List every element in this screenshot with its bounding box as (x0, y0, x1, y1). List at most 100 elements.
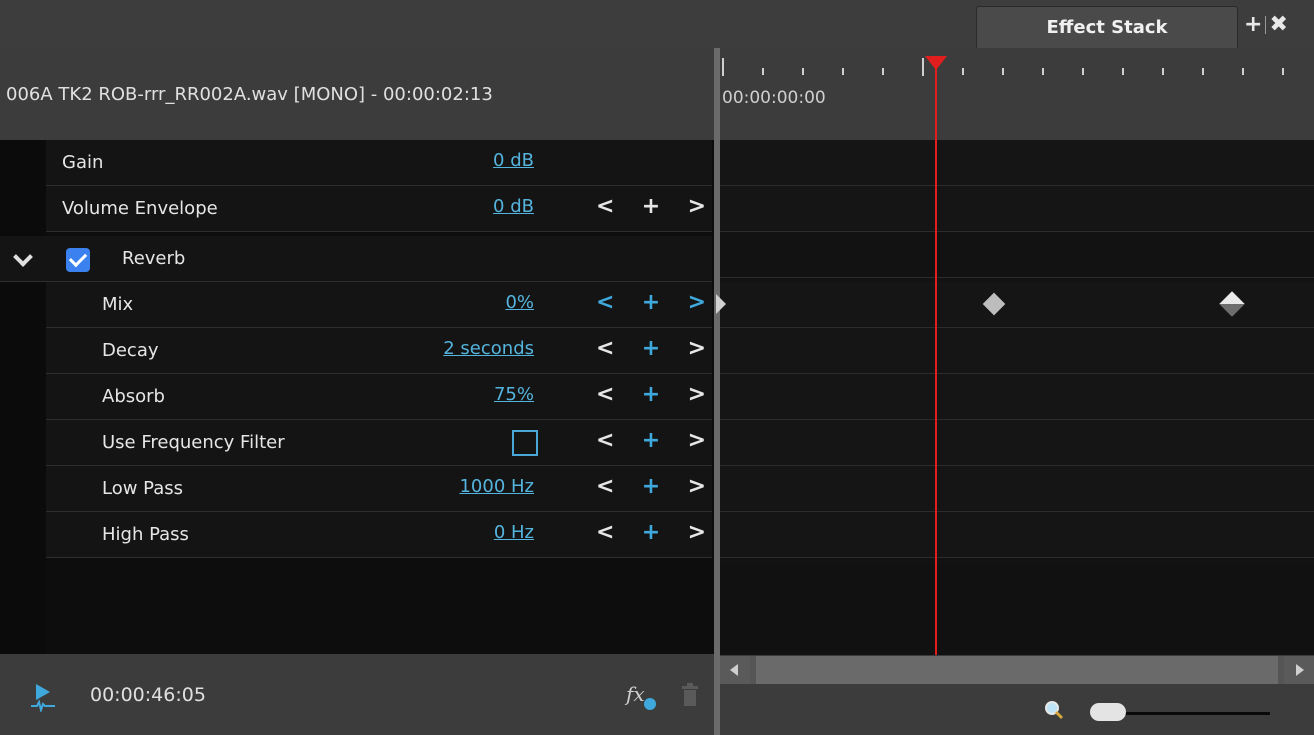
magnifier-icon[interactable] (1044, 700, 1064, 720)
playhead-line[interactable] (935, 60, 937, 655)
add-keyframe-button[interactable]: + (642, 336, 660, 361)
next-keyframe-button[interactable]: > (688, 290, 706, 315)
ruler-tick (1002, 68, 1004, 75)
prev-keyframe-button[interactable]: < (596, 194, 614, 219)
prev-keyframe-button[interactable]: < (596, 290, 614, 315)
ruler-tick (1282, 68, 1284, 75)
prev-keyframe-button[interactable]: < (596, 336, 614, 361)
effect-footer: 00:00:46:05 fx (0, 654, 716, 735)
ruler-tick (842, 68, 844, 75)
parameter-list: Gain 0 dB Volume Envelope 0 dB < + > Rev… (0, 140, 716, 654)
ruler-tick (1202, 68, 1204, 75)
effect-label: Reverb (122, 248, 186, 269)
keyframe-nav: < + > (596, 382, 706, 407)
next-keyframe-button[interactable]: > (688, 382, 706, 407)
prev-keyframe-button[interactable]: < (596, 474, 614, 499)
zoom-slider-track[interactable] (1120, 712, 1270, 715)
play-icon[interactable] (30, 682, 56, 712)
time-ruler[interactable]: 00:00:00:00 (720, 48, 1314, 140)
next-keyframe-button[interactable]: > (688, 520, 706, 545)
lane-low-pass[interactable] (720, 466, 1314, 512)
ruler-tick (1242, 68, 1244, 75)
playback-timecode: 00:00:46:05 (90, 684, 206, 706)
ruler-tick (762, 68, 764, 75)
tab-tools: + ✖ (1244, 12, 1288, 37)
clip-title-text: 006A TK2 ROB-rrr_RR002A.wav [MONO] - 00:… (6, 83, 493, 105)
keyframe-marker[interactable] (716, 294, 726, 314)
tool-separator (1265, 15, 1267, 34)
trash-icon[interactable] (680, 682, 700, 708)
param-value-link[interactable]: 0% (505, 292, 534, 313)
param-row-mix: Mix 0% < + > (46, 282, 712, 328)
lane-reverb (720, 232, 1314, 278)
param-row-low-pass: Low Pass 1000 Hz < + > (46, 466, 712, 512)
effect-row-reverb: Reverb (0, 236, 712, 282)
keyframe-marker[interactable] (982, 292, 1006, 316)
lane-mix[interactable] (716, 282, 1314, 328)
tab-label: Effect Stack (1046, 17, 1168, 38)
effect-parameters-panel: 006A TK2 ROB-rrr_RR002A.wav [MONO] - 00:… (0, 48, 716, 735)
scroll-right-button[interactable] (1284, 656, 1314, 684)
keyframe-nav: < + > (596, 520, 706, 545)
add-keyframe-button[interactable]: + (642, 428, 660, 453)
keyframe-nav: < + > (596, 290, 706, 315)
ruler-tick (922, 58, 924, 76)
param-label: Gain (62, 152, 104, 173)
add-keyframe-button[interactable]: + (642, 520, 660, 545)
param-row-high-pass: High Pass 0 Hz < + > (46, 512, 712, 558)
next-keyframe-button[interactable]: > (688, 194, 706, 219)
playhead-marker[interactable] (925, 56, 947, 70)
add-keyframe-button[interactable]: + (642, 194, 660, 219)
lane-use-frequency-filter[interactable] (720, 420, 1314, 466)
ruler-start-time: 00:00:00:00 (722, 88, 826, 108)
add-panel-icon[interactable]: + (1244, 12, 1262, 37)
param-label: Use Frequency Filter (102, 432, 285, 453)
lane-volume-envelope[interactable] (720, 186, 1314, 232)
lane-high-pass[interactable] (720, 512, 1314, 558)
param-value-link[interactable]: 2 seconds (443, 338, 534, 359)
prev-keyframe-button[interactable]: < (596, 428, 614, 453)
keyframe-nav: < + > (596, 428, 706, 453)
prev-keyframe-button[interactable]: < (596, 520, 614, 545)
ruler-tick (1162, 68, 1164, 75)
param-label: Absorb (102, 386, 165, 407)
next-keyframe-button[interactable]: > (688, 336, 706, 361)
param-row-absorb: Absorb 75% < + > (46, 374, 712, 420)
param-value-link[interactable]: 0 Hz (494, 522, 534, 543)
lane-decay[interactable] (720, 328, 1314, 374)
ruler-tick (1082, 68, 1084, 75)
timeline-scrollbar[interactable] (720, 656, 1314, 684)
parameter-gutter (0, 140, 46, 654)
chevron-down-icon[interactable] (13, 247, 33, 267)
lane-gain[interactable] (720, 140, 1314, 186)
keyframe-lanes (716, 140, 1314, 655)
scroll-left-button[interactable] (720, 656, 750, 684)
keyframe-marker[interactable] (1219, 291, 1245, 317)
keyframe-nav: < + > (596, 336, 706, 361)
close-panel-icon[interactable]: ✖ (1269, 12, 1287, 37)
ruler-tick (722, 58, 724, 76)
ruler-tick (882, 68, 884, 75)
keyframe-timeline: 00:00:00:00 (716, 48, 1314, 735)
add-keyframe-button[interactable]: + (642, 382, 660, 407)
ruler-tick (962, 68, 964, 75)
param-label: Decay (102, 340, 159, 361)
checkbox-icon[interactable] (66, 248, 90, 272)
fx-add-icon[interactable]: fx (626, 682, 645, 706)
param-value-link[interactable]: 0 dB (493, 150, 534, 171)
scroll-thumb[interactable] (756, 656, 1278, 684)
param-value-link[interactable]: 0 dB (493, 196, 534, 217)
param-value-link[interactable]: 1000 Hz (459, 476, 534, 497)
prev-keyframe-button[interactable]: < (596, 382, 614, 407)
next-keyframe-button[interactable]: > (688, 474, 706, 499)
tab-effect-stack[interactable]: Effect Stack (976, 6, 1238, 48)
lane-absorb[interactable] (720, 374, 1314, 420)
zoom-slider-thumb[interactable] (1090, 703, 1126, 721)
add-keyframe-button[interactable]: + (642, 474, 660, 499)
zoom-controls (720, 684, 1314, 735)
next-keyframe-button[interactable]: > (688, 428, 706, 453)
add-keyframe-button[interactable]: + (642, 290, 660, 315)
frequency-filter-checkbox[interactable] (512, 430, 538, 456)
param-label: High Pass (102, 524, 189, 545)
param-value-link[interactable]: 75% (494, 384, 534, 405)
